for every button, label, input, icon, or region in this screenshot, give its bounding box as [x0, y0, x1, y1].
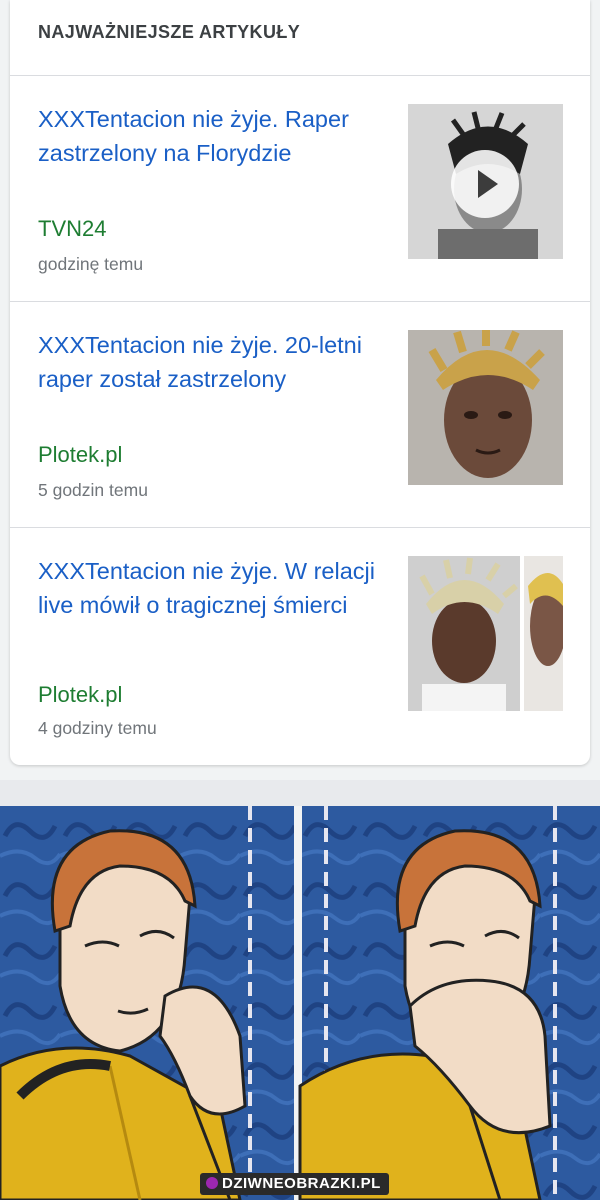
article-title[interactable]: XXXTentacion nie żyje. 20-letni raper zo… — [38, 328, 378, 396]
article-item[interactable]: XXXTentacion nie żyje. 20-letni raper zo… — [10, 302, 590, 528]
article-title[interactable]: XXXTentacion nie żyje. W relacji live mó… — [38, 554, 378, 622]
article-thumbnail[interactable] — [408, 330, 563, 485]
article-time: 5 godzin temu — [38, 480, 148, 500]
meme-image — [0, 806, 600, 1200]
article-source: TVN24 — [38, 216, 107, 241]
thumbnail-image — [408, 330, 563, 485]
section-title: NAJWAŻNIEJSZE ARTYKUŁY — [10, 0, 590, 76]
article-time: godzinę temu — [38, 254, 144, 274]
article-item[interactable]: XXXTentacion nie żyje. W relacji live mó… — [10, 528, 590, 765]
article-thumbnail[interactable] — [408, 556, 563, 711]
watermark-badge: DZIWNEOBRAZKI.PL — [200, 1173, 389, 1195]
article-source: Plotek.pl — [38, 442, 123, 467]
article-source: Plotek.pl — [38, 682, 123, 707]
meme-illustration — [0, 806, 600, 1200]
article-thumbnail[interactable] — [408, 104, 563, 259]
top-stories-card: NAJWAŻNIEJSZE ARTYKUŁY XXXTentacion nie … — [10, 0, 590, 765]
watermark-text: DZIWNEOBRAZKI.PL — [222, 1175, 381, 1192]
article-item[interactable]: XXXTentacion nie żyje. Raper zastrzelony… — [10, 76, 590, 302]
news-section: NAJWAŻNIEJSZE ARTYKUŁY XXXTentacion nie … — [0, 0, 600, 780]
thumbnail-image — [408, 556, 563, 711]
logo-icon — [206, 1177, 218, 1189]
article-title[interactable]: XXXTentacion nie żyje. Raper zastrzelony… — [38, 102, 378, 170]
play-icon[interactable] — [451, 150, 519, 218]
article-time: 4 godziny temu — [38, 718, 157, 738]
